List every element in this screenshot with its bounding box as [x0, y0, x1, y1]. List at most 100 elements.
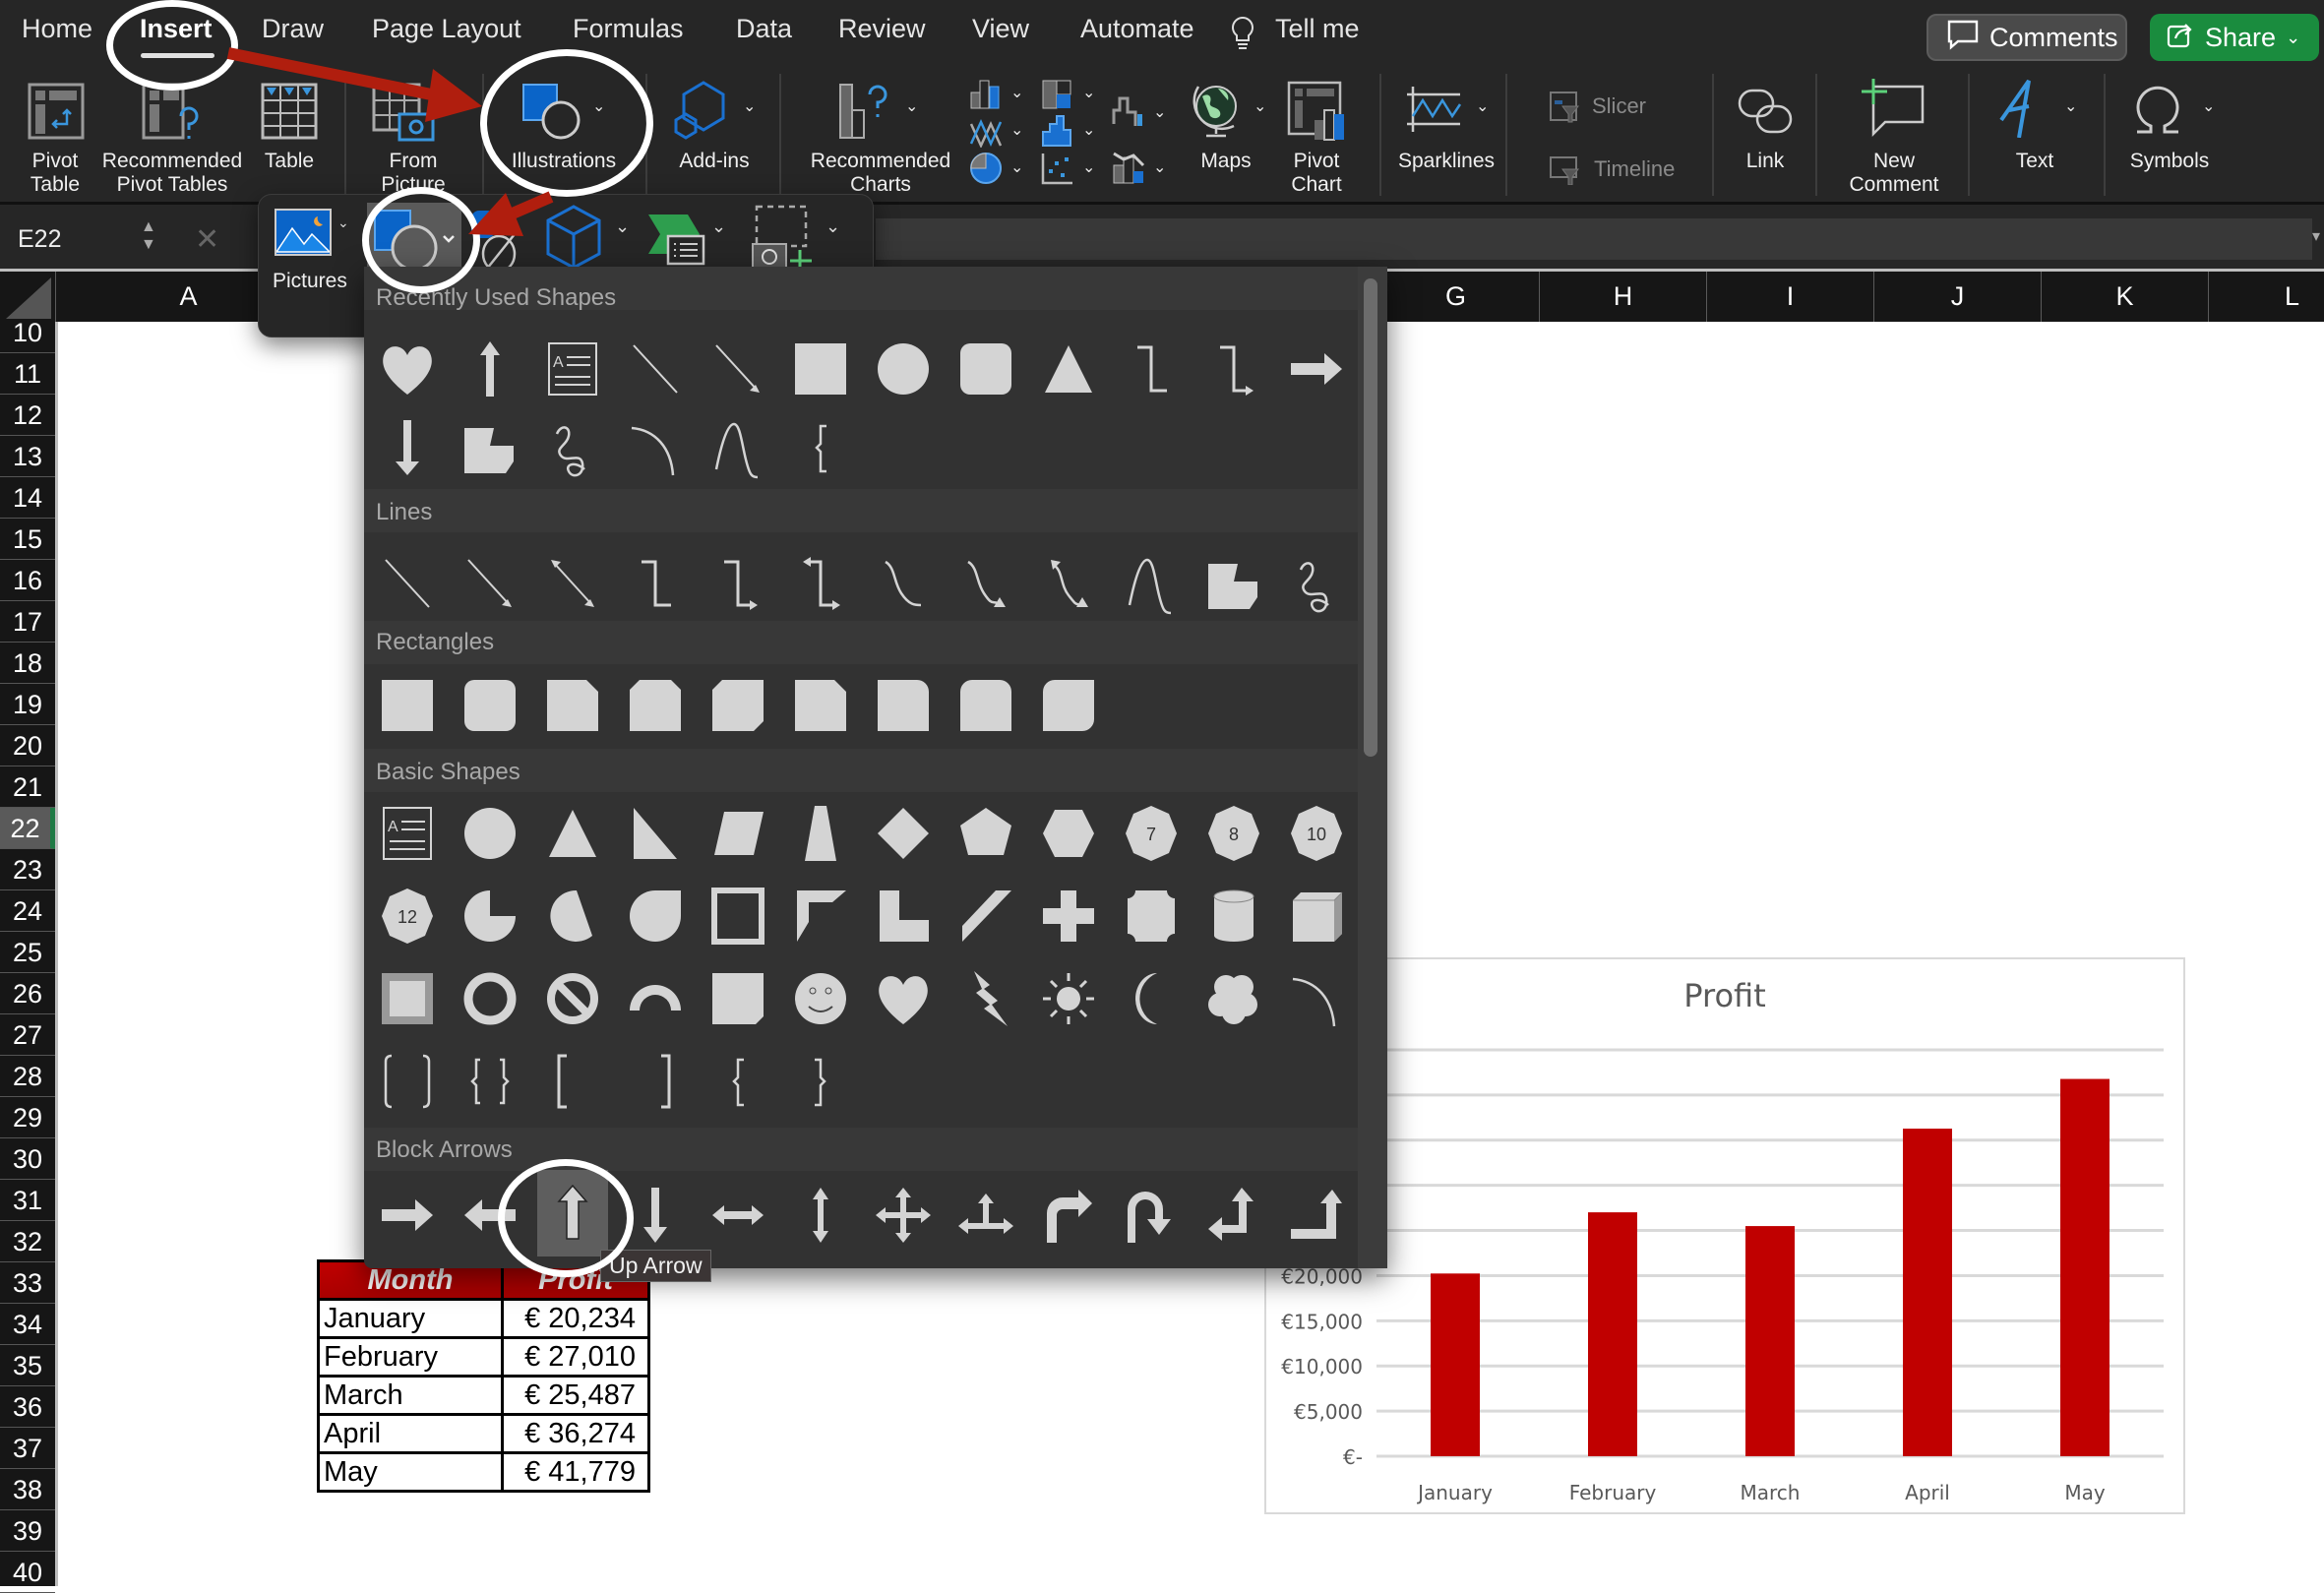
shape-rectangle-rounded-corners[interactable]	[455, 670, 525, 741]
cell-profit[interactable]: € 36,274	[501, 1413, 650, 1454]
row-header-14[interactable]: 14	[0, 477, 55, 519]
shape-rectangle-top-corners-snipped[interactable]	[620, 670, 691, 741]
shape-right-brace[interactable]	[785, 1046, 856, 1117]
shape-dodecagon[interactable]: 12	[372, 881, 443, 951]
row-header-32[interactable]: 32	[0, 1221, 55, 1262]
row-header-33[interactable]: 33	[0, 1262, 55, 1304]
shape-teardrop[interactable]	[620, 881, 691, 951]
row-header-25[interactable]: 25	[0, 932, 55, 973]
shape-left-right-up-arrow[interactable]	[950, 1180, 1021, 1251]
row-header-22[interactable]: 22	[0, 808, 55, 849]
shape-cube[interactable]	[1281, 881, 1352, 951]
shape-diamond[interactable]	[868, 798, 939, 869]
row-header-16[interactable]: 16	[0, 560, 55, 601]
row-header-13[interactable]: 13	[0, 436, 55, 477]
shape-chord[interactable]	[537, 881, 608, 951]
shape-bent-up-arrow[interactable]	[1281, 1180, 1352, 1251]
row-header-18[interactable]: 18	[0, 643, 55, 684]
shape-text-box[interactable]: A	[372, 798, 443, 869]
shape-connector-elbow-double-arrow[interactable]	[785, 548, 856, 619]
shape-freeform-curve[interactable]	[703, 412, 773, 483]
row-header-19[interactable]: 19	[0, 684, 55, 725]
shape-connector-curved-double-arrow[interactable]	[1033, 548, 1104, 619]
row-header-24[interactable]: 24	[0, 890, 55, 932]
shape-donut[interactable]	[455, 963, 525, 1034]
shape-freeform-shape[interactable]	[1198, 548, 1269, 619]
shape-double-bracket[interactable]	[372, 1046, 443, 1117]
shape-left-bracket[interactable]	[537, 1046, 608, 1117]
shape-connector-elbow[interactable]	[620, 548, 691, 619]
shape-right-arrow[interactable]	[372, 1180, 443, 1251]
row-header-26[interactable]: 26	[0, 973, 55, 1014]
row-header-39[interactable]: 39	[0, 1510, 55, 1552]
cell-month[interactable]: April	[317, 1413, 504, 1454]
shape-right-bracket[interactable]	[620, 1046, 691, 1117]
shape-trapezoid[interactable]	[785, 798, 856, 869]
shape-connector-curved-arrow[interactable]	[950, 548, 1021, 619]
shape-line-arrow[interactable]	[455, 548, 525, 619]
shape-cylinder[interactable]	[1198, 881, 1269, 951]
cell-month[interactable]: March	[317, 1375, 504, 1416]
row-header-28[interactable]: 28	[0, 1056, 55, 1097]
row-header-23[interactable]: 23	[0, 849, 55, 890]
shape-curve[interactable]	[1116, 548, 1187, 619]
shape-connector-curved[interactable]	[868, 548, 939, 619]
cell-profit[interactable]: € 41,779	[501, 1451, 650, 1493]
row-header-30[interactable]: 30	[0, 1138, 55, 1180]
cell-month[interactable]: May	[317, 1451, 504, 1493]
shape-arc[interactable]	[620, 412, 691, 483]
cell-profit[interactable]: € 20,234	[501, 1298, 650, 1339]
shape-diagonal-stripe[interactable]	[950, 881, 1021, 951]
shape-cloud[interactable]	[1198, 963, 1269, 1034]
shape-connector-elbow-arrow[interactable]	[703, 548, 773, 619]
shape-heptagon[interactable]: 7	[1116, 798, 1187, 869]
shape-bevel[interactable]	[372, 963, 443, 1034]
shape-freeform-scribble[interactable]	[1281, 548, 1352, 619]
shape-plaque[interactable]	[1116, 881, 1187, 951]
shape-block-arc[interactable]	[620, 963, 691, 1034]
shape-double-brace[interactable]	[455, 1046, 525, 1117]
shape-cross[interactable]	[1033, 881, 1104, 951]
shape-arc[interactable]	[1281, 963, 1352, 1034]
shape-bent-arrow[interactable]	[1033, 1180, 1104, 1251]
shape-rectangle-diagonal-corners-snipped[interactable]	[703, 670, 773, 741]
shape-left-brace[interactable]	[785, 412, 856, 483]
shape-oval[interactable]	[455, 798, 525, 869]
shape-rectangle-top-corners-one-rounded-one-snipped[interactable]	[785, 670, 856, 741]
shape-u-turn-arrow[interactable]	[1116, 1180, 1187, 1251]
shape-smiley-face[interactable]	[785, 963, 856, 1034]
row-header-21[interactable]: 21	[0, 766, 55, 808]
shape-folded-corner[interactable]	[703, 963, 773, 1034]
shape-octagon[interactable]: 8	[1198, 798, 1269, 869]
cell-month[interactable]: February	[317, 1336, 504, 1378]
shape-decagon[interactable]: 10	[1281, 798, 1352, 869]
shape-moon[interactable]	[1116, 963, 1187, 1034]
shape-heart[interactable]	[868, 963, 939, 1034]
shape-hexagon[interactable]	[1033, 798, 1104, 869]
shape-up-down-arrow[interactable]	[785, 1180, 856, 1251]
profit-chart[interactable]: Profit€-€5,000€10,000€15,000€20,000€25,0…	[1264, 957, 2185, 1514]
shape-down-arrow[interactable]	[372, 412, 443, 483]
shape-pentagon[interactable]	[950, 798, 1021, 869]
shape-half-frame[interactable]	[785, 881, 856, 951]
cell-month[interactable]: January	[317, 1298, 504, 1339]
shape-partial-circle[interactable]	[455, 881, 525, 951]
row-header-15[interactable]: 15	[0, 519, 55, 560]
shape-rectangle-single-corner-snipped[interactable]	[537, 670, 608, 741]
shape-quad-arrow[interactable]	[868, 1180, 939, 1251]
shape-rectangle-single-corner-rounded[interactable]	[868, 670, 939, 741]
row-header-17[interactable]: 17	[0, 601, 55, 643]
shape-no-symbol[interactable]	[537, 963, 608, 1034]
shape-isosceles-triangle[interactable]	[537, 798, 608, 869]
row-header-20[interactable]: 20	[0, 725, 55, 766]
shape-sun[interactable]	[1033, 963, 1104, 1034]
row-header-37[interactable]: 37	[0, 1428, 55, 1469]
shape-l-shape[interactable]	[868, 881, 939, 951]
shape-parallelogram[interactable]	[703, 798, 773, 869]
shape-snip-rectangle[interactable]	[455, 412, 525, 483]
shape-right-triangle[interactable]	[620, 798, 691, 869]
row-header-40[interactable]: 40	[0, 1552, 55, 1593]
shape-left-brace[interactable]	[703, 1046, 773, 1117]
shape-rectangle[interactable]	[372, 670, 443, 741]
row-header-29[interactable]: 29	[0, 1097, 55, 1138]
